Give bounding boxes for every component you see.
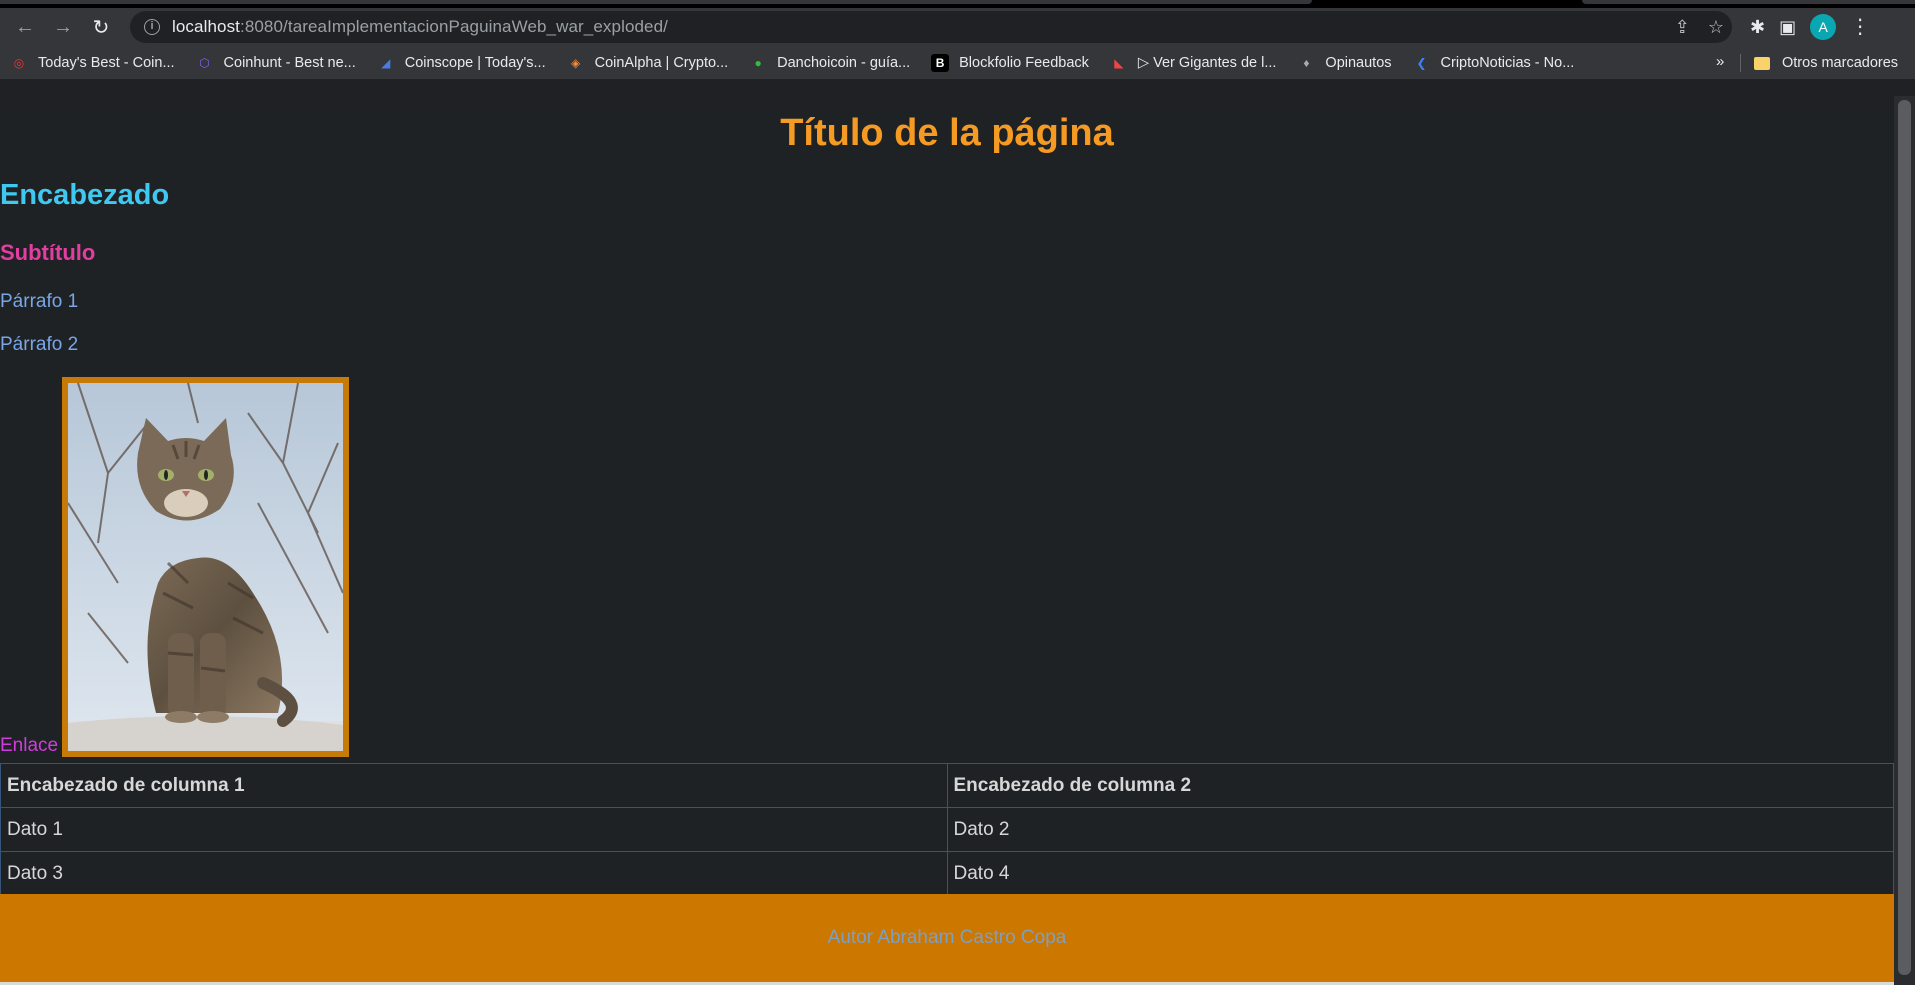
avatar[interactable]: A (1810, 14, 1837, 40)
subtitle: Subtítulo (0, 240, 96, 265)
reload-button[interactable]: ↻ (82, 10, 120, 44)
page-title: Título de la página (780, 112, 1114, 154)
bookmark-item[interactable]: ⬡ Coinhunt - Best ne... (196, 54, 356, 72)
table-cell: Dato 3 (0, 851, 948, 896)
green-circle-icon: ● (754, 55, 762, 70)
hexagon-icon: ⬡ (199, 55, 210, 70)
heading: Encabezado (0, 179, 170, 211)
table-header-row: Encabezado de columna 1 Encabezado de co… (0, 763, 1894, 808)
criptonoticias-icon: ❮ (1416, 55, 1427, 70)
diamond-icon: ◈ (570, 55, 581, 70)
coinscope-icon: ◢ (381, 55, 391, 70)
play-logo-icon: ◣ (1114, 55, 1124, 70)
scrollbar-thumb[interactable] (1898, 100, 1911, 975)
bookmark-label: ▷ Ver Gigantes de l... (1137, 54, 1277, 71)
blockfolio-b-icon: B (931, 53, 950, 72)
tab-edge (1582, 0, 1915, 4)
other-bookmarks-label: Otros marcadores (1782, 55, 1899, 71)
bookmark-star-icon[interactable]: ☆ (1708, 17, 1724, 38)
bookmark-label: CriptoNoticias - No... (1440, 54, 1575, 71)
arrow-right-icon: → (53, 15, 73, 38)
column-header: Encabezado de columna 2 (946, 763, 1894, 808)
bookmark-label: CoinAlpha | Crypto... (594, 54, 729, 71)
tab-edge (0, 0, 1312, 4)
data-table: Encabezado de columna 1 Encabezado de co… (0, 763, 1894, 896)
page-viewport: Título de la página Encabezado Subtítulo… (0, 110, 1894, 985)
table-cell: Dato 4 (946, 851, 1894, 896)
reload-icon: ↻ (92, 16, 110, 39)
cat-image[interactable] (62, 377, 350, 757)
browser-toolbar: ← → ↻ i localhost:8080/tareaImplementaci… (0, 8, 1915, 46)
column-header: Encabezado de columna 1 (0, 763, 948, 808)
bookmark-item[interactable]: ◈ CoinAlpha | Crypto... (567, 54, 729, 72)
table-row: Dato 3 Dato 4 (0, 851, 1894, 896)
coin-target-icon: ◎ (13, 55, 25, 70)
arrow-left-icon: ← (15, 15, 35, 38)
forward-button[interactable]: → (44, 10, 82, 44)
url-path: :8080/tareaImplementacionPaguinaWeb_war_… (240, 17, 668, 36)
bookmark-item[interactable]: ❮ CriptoNoticias - No... (1413, 54, 1575, 72)
folder-icon (1754, 56, 1770, 70)
side-panel-icon[interactable]: ▣ (1779, 17, 1796, 38)
kebab-menu-icon[interactable]: ⋮ (1850, 17, 1870, 37)
more-bookmarks-button[interactable]: » (1716, 53, 1724, 70)
bookmark-item[interactable]: ● Danchoicoin - guía... (749, 54, 911, 72)
tab-strip (0, 0, 1915, 8)
table-cell: Dato 2 (946, 807, 1894, 852)
bookmark-label: Coinhunt - Best ne... (223, 54, 356, 71)
bookmark-item[interactable]: ♦ Opinautos (1297, 54, 1391, 72)
toolbar-actions: ✱ ▣ A ⋮ (1750, 14, 1870, 40)
address-bar[interactable]: i localhost:8080/tareaImplementacionPagu… (130, 11, 1732, 43)
image-link[interactable]: Enlace (0, 377, 350, 757)
bookmarks-bar: ◎ Today's Best - Coin... ⬡ Coinhunt - Best… (0, 46, 1915, 80)
bookmark-label: Opinautos (1325, 54, 1392, 71)
bookmark-item[interactable]: ◢ Coinscope | Today's... (377, 54, 546, 72)
table-cell: Dato 1 (0, 807, 948, 852)
bookmark-item[interactable]: ◎ Today's Best - Coin... (10, 54, 175, 72)
other-bookmarks-folder[interactable]: Otros marcadores (1754, 46, 1898, 80)
bookmark-divider (1740, 54, 1741, 72)
footer-author: Autor Abraham Castro Copa (827, 927, 1067, 948)
bookmark-item[interactable]: ◣ ▷ Ver Gigantes de l... (1110, 54, 1277, 72)
bookmark-label: Danchoicoin - guía... (777, 54, 911, 71)
bookmark-label: Today's Best - Coin... (38, 54, 175, 71)
table-row: Dato 1 Dato 2 (0, 807, 1894, 852)
cat-photo (68, 383, 344, 751)
info-icon[interactable]: i (144, 19, 160, 35)
paragraph: Párrafo 2 (0, 334, 79, 355)
share-icon[interactable]: ⇪ (1675, 17, 1690, 38)
omnibox-actions: ⇪ ☆ (1675, 17, 1724, 38)
extensions-puzzle-icon[interactable]: ✱ (1750, 17, 1765, 38)
page-scrollbar[interactable] (1894, 96, 1915, 985)
url-text[interactable]: localhost:8080/tareaImplementacionPaguin… (172, 17, 668, 37)
page-footer: Autor Abraham Castro Copa (0, 894, 1894, 982)
back-button[interactable]: ← (6, 10, 44, 44)
bookmark-item[interactable]: B Blockfolio Feedback (931, 53, 1089, 72)
bookmark-label: Coinscope | Today's... (404, 54, 546, 71)
bookmark-label: Blockfolio Feedback (959, 54, 1089, 71)
url-host: localhost (172, 17, 240, 36)
opinautos-icon: ♦ (1303, 55, 1310, 70)
link-text[interactable]: Enlace (0, 736, 58, 755)
paragraph: Párrafo 1 (0, 291, 79, 312)
